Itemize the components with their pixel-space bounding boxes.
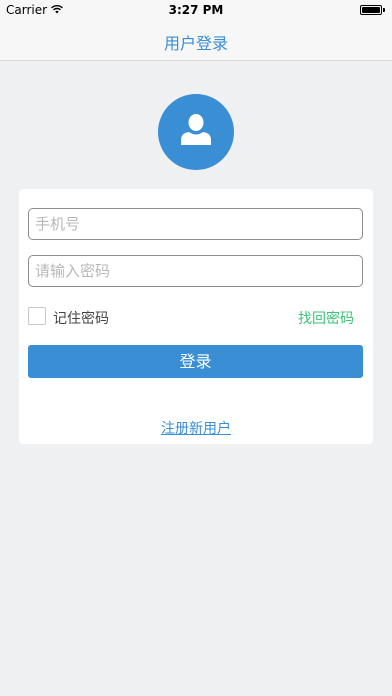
avatar xyxy=(158,94,234,170)
battery-tip xyxy=(383,8,385,12)
register-link[interactable]: 注册新用户 xyxy=(161,421,231,437)
password-input[interactable] xyxy=(28,255,363,287)
page-title: 用户登录 xyxy=(163,34,228,53)
status-time: 3:27 PM xyxy=(168,3,224,17)
login-button[interactable]: 登录 xyxy=(28,345,363,378)
register-link-container: 注册新用户 xyxy=(19,418,373,438)
battery-fill xyxy=(362,7,380,13)
forgot-password-link[interactable]: 找回密码 xyxy=(298,308,354,328)
phone-input[interactable] xyxy=(28,208,363,240)
remember-password-checkbox[interactable] xyxy=(28,307,46,325)
remember-password-label[interactable]: 记住密码 xyxy=(53,308,109,328)
battery-icon xyxy=(360,5,382,15)
navigation-bar: 用户登录 xyxy=(0,20,392,61)
login-card: 记住密码 找回密码 登录 注册新用户 xyxy=(19,189,373,444)
user-silhouette-icon xyxy=(181,114,211,145)
status-bar: Carrier 3:27 PM xyxy=(0,0,392,20)
